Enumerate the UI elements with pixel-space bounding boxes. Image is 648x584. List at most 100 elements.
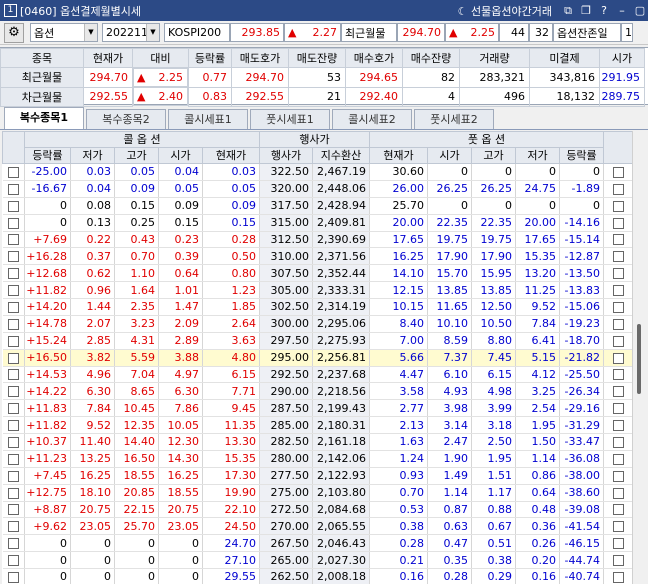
copy-window-icon[interactable]: ❐ (578, 3, 594, 19)
row-checkbox[interactable] (612, 166, 624, 178)
row-checkbox-cell[interactable] (2, 484, 25, 502)
row-checkbox-cell[interactable] (2, 534, 25, 553)
row-checkbox[interactable] (612, 217, 624, 229)
row-checkbox[interactable] (7, 487, 19, 499)
tab-3[interactable]: 콜시세표1 (168, 109, 248, 129)
row-checkbox[interactable] (7, 285, 19, 297)
row-checkbox-cell[interactable] (603, 517, 633, 536)
table-row[interactable]: +7.45 16.25 18.55 16.25 17.30 277.50 2,122.93 0… (2, 467, 633, 485)
row-checkbox[interactable] (7, 386, 19, 398)
table-row[interactable]: +11.82 0.96 1.64 1.01 1.23 305.00 2,333.31 12.1… (2, 281, 633, 299)
row-checkbox[interactable] (612, 436, 624, 448)
table-row[interactable]: +9.62 23.05 25.70 23.05 24.50 270.00 2,065.55 0… (2, 517, 633, 536)
row-checkbox-cell[interactable] (2, 399, 25, 418)
row-checkbox-cell[interactable] (603, 568, 633, 584)
row-checkbox[interactable] (7, 251, 19, 263)
row-checkbox[interactable] (7, 352, 19, 364)
row-checkbox-cell[interactable] (603, 180, 633, 198)
row-checkbox[interactable] (7, 234, 19, 246)
row-checkbox-cell[interactable] (603, 349, 633, 367)
table-row[interactable]: +15.24 2.85 4.31 2.89 3.63 297.50 2,275.93 7.00… (2, 332, 633, 350)
row-checkbox[interactable] (612, 285, 624, 297)
row-checkbox[interactable] (612, 251, 624, 263)
table-row[interactable]: +10.37 11.40 14.40 12.30 13.30 282.50 2,161.18… (2, 433, 633, 451)
row-checkbox[interactable] (612, 386, 624, 398)
row-checkbox[interactable] (7, 217, 19, 229)
table-row[interactable]: 0 0 0 0 24.70 267.50 2,046.43 0.28 0.47 0.51 0.26-… (2, 534, 633, 553)
table-row[interactable]: -16.67 0.04 0.09 0.05 0.05 320.00 2,448.06 26.0… (2, 180, 633, 198)
table-row[interactable]: -25.00 0.03 0.05 0.04 0.03 322.50 2,467.19 30.6… (2, 163, 633, 181)
row-checkbox-cell[interactable] (603, 433, 633, 451)
table-row[interactable]: +11.83 7.84 10.45 7.86 9.45 287.50 2,199.43 2.7… (2, 399, 633, 418)
row-checkbox-cell[interactable] (603, 231, 633, 249)
row-checkbox-cell[interactable] (603, 416, 633, 434)
row-checkbox[interactable] (612, 234, 624, 246)
row-checkbox[interactable] (612, 352, 624, 364)
row-checkbox-cell[interactable] (2, 433, 25, 451)
row-checkbox-cell[interactable] (603, 366, 633, 384)
row-checkbox-cell[interactable] (2, 247, 25, 266)
row-checkbox[interactable] (7, 504, 19, 516)
row-checkbox[interactable] (7, 403, 19, 415)
row-checkbox-cell[interactable] (603, 332, 633, 350)
row-checkbox[interactable] (7, 369, 19, 381)
product-select[interactable]: 옵션 ▼ (30, 23, 98, 42)
row-checkbox-cell[interactable] (2, 298, 25, 316)
row-checkbox-cell[interactable] (603, 214, 633, 232)
row-checkbox-cell[interactable] (2, 467, 25, 485)
row-checkbox-cell[interactable] (603, 315, 633, 333)
row-checkbox-cell[interactable] (603, 197, 633, 215)
row-checkbox-cell[interactable] (603, 534, 633, 553)
row-checkbox-cell[interactable] (2, 501, 25, 519)
minimize-icon[interactable]: – (614, 3, 630, 19)
row-checkbox[interactable] (612, 420, 624, 432)
row-checkbox-cell[interactable] (603, 382, 633, 401)
row-checkbox-cell[interactable] (2, 315, 25, 333)
row-checkbox[interactable] (7, 183, 19, 195)
table-row[interactable]: +16.50 3.82 5.59 3.88 4.80 295.00 2,256.81 5.66… (2, 349, 633, 367)
table-row[interactable]: +8.87 20.75 22.15 20.75 22.10 272.50 2,084.68 0… (2, 501, 633, 519)
row-checkbox[interactable] (612, 470, 624, 482)
row-checkbox[interactable] (7, 318, 19, 330)
row-checkbox-cell[interactable] (2, 231, 25, 249)
row-checkbox[interactable] (612, 301, 624, 313)
row-checkbox-cell[interactable] (2, 281, 25, 299)
row-checkbox-cell[interactable] (2, 551, 25, 569)
row-checkbox-cell[interactable] (603, 264, 633, 283)
table-row[interactable]: +12.75 18.10 20.85 18.55 19.90 275.00 2,103.80… (2, 484, 633, 502)
row-checkbox[interactable] (612, 555, 624, 567)
row-checkbox[interactable] (612, 571, 624, 583)
row-checkbox[interactable] (612, 335, 624, 347)
row-checkbox[interactable] (612, 369, 624, 381)
table-row[interactable]: +14.20 1.44 2.35 1.47 1.85 302.50 2,314.19 10.1… (2, 298, 633, 316)
gear-icon[interactable]: ⚙ (4, 22, 24, 43)
row-checkbox-cell[interactable] (2, 517, 25, 536)
row-checkbox[interactable] (7, 521, 19, 533)
chevron-down-icon[interactable]: ▼ (84, 24, 97, 41)
table-row[interactable]: 0 0.13 0.25 0.15 0.15 315.00 2,409.81 20.00 22.3… (2, 214, 633, 232)
row-checkbox-cell[interactable] (603, 399, 633, 418)
row-checkbox-cell[interactable] (603, 247, 633, 266)
row-checkbox[interactable] (612, 538, 624, 550)
row-checkbox-cell[interactable] (2, 264, 25, 283)
row-checkbox-cell[interactable] (2, 197, 25, 215)
tab-2[interactable]: 복수종목2 (86, 109, 166, 129)
row-checkbox[interactable] (612, 318, 624, 330)
table-row[interactable]: +16.28 0.37 0.70 0.39 0.50 310.00 2,371.56 16.2… (2, 247, 633, 266)
row-checkbox-cell[interactable] (2, 382, 25, 401)
tab-1[interactable]: 복수종목1 (4, 107, 84, 129)
chevron-down-icon[interactable]: ▼ (146, 24, 159, 41)
summary-row[interactable]: 최근월물 294.70 ▲ 2.25 0.77 294.70 53 294.65 82 283,3… (0, 67, 645, 88)
row-checkbox[interactable] (612, 453, 624, 465)
row-checkbox-cell[interactable] (2, 366, 25, 384)
tab-6[interactable]: 풋시세표2 (414, 109, 494, 129)
row-checkbox-cell[interactable] (2, 163, 25, 181)
summary-row[interactable]: 차근월물 292.55 ▲ 2.40 0.83 292.55 21 292.40 4 496 18,… (0, 86, 645, 107)
row-checkbox[interactable] (7, 571, 19, 583)
restore-icon[interactable]: ▢ (632, 3, 648, 19)
row-checkbox-cell[interactable] (2, 332, 25, 350)
night-trading-link[interactable]: ☾ 선물옵션야간거래 (458, 3, 552, 19)
row-checkbox[interactable] (612, 268, 624, 280)
tab-5[interactable]: 콜시세표2 (332, 109, 412, 129)
table-row[interactable]: +7.69 0.22 0.43 0.23 0.28 312.50 2,390.69 17.65… (2, 231, 633, 249)
